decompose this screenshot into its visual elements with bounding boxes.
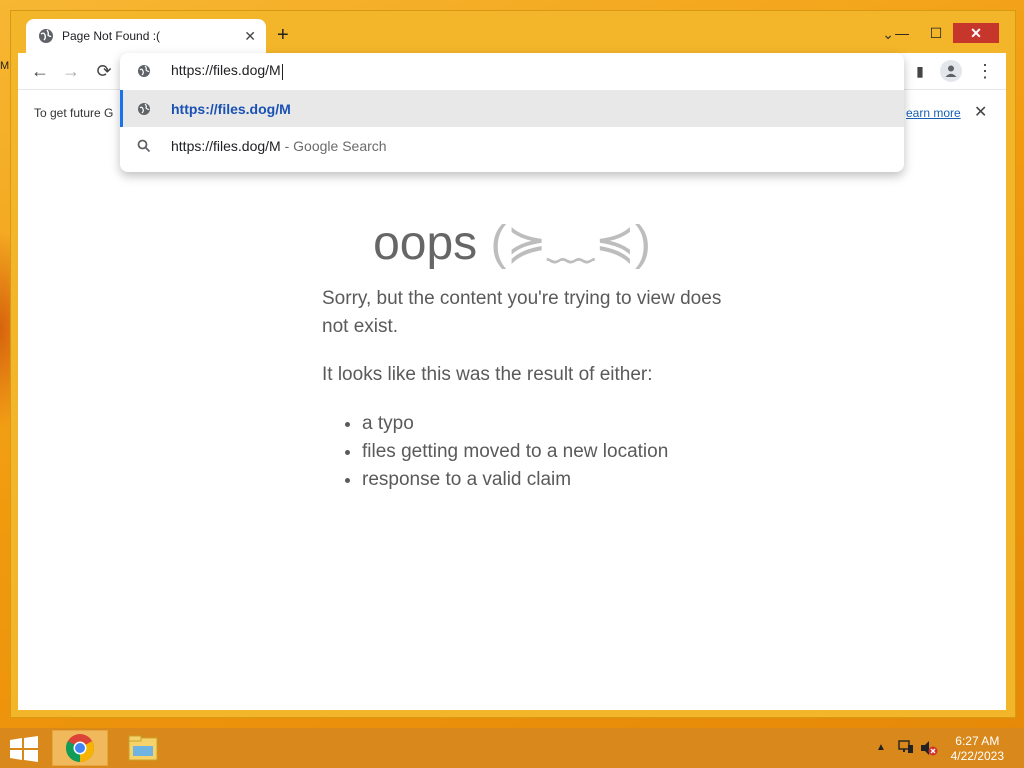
omnibox-dropdown: https://files.dog/M https://files.dog/M … [120, 53, 904, 172]
list-item: a typo [362, 410, 668, 438]
learn-more-link[interactable]: earn more [906, 106, 961, 120]
system-clock[interactable]: 6:27 AM 4/22/2023 [951, 734, 1004, 764]
list-item: files getting moved to a new location [362, 438, 668, 466]
tab-title: Page Not Found :( [62, 29, 161, 43]
reload-button[interactable]: ⟳ [92, 60, 116, 82]
browser-menu-icon[interactable]: ⋮ [973, 60, 997, 82]
search-icon [137, 139, 151, 152]
emoticon: (≽﹏≼) [490, 217, 651, 270]
file-explorer-taskbar-button[interactable] [115, 730, 171, 766]
volume-muted-icon[interactable] [920, 740, 938, 756]
suggestion-search[interactable]: https://files.dog/M - Google Search [120, 127, 904, 164]
close-window-button[interactable]: ✕ [953, 23, 999, 43]
reason-list: a typo files getting moved to a new loca… [322, 410, 668, 494]
person-icon [945, 65, 957, 77]
clock-time: 6:27 AM [955, 734, 1000, 748]
reason-intro: It looks like this was the result of eit… [322, 364, 653, 385]
globe-icon [39, 29, 53, 43]
windows-start-icon[interactable] [10, 736, 38, 762]
address-input[interactable]: https://files.dog/M [171, 62, 283, 80]
chrome-icon [66, 734, 94, 762]
suggestion-suffix: - Google Search [280, 137, 387, 154]
tray-expand-icon[interactable]: ▲ [876, 742, 886, 753]
tab-close-icon[interactable]: ✕ [244, 28, 256, 45]
suggestion-url-text: https://files.dog/M [171, 100, 291, 117]
forward-button[interactable]: → [59, 60, 83, 82]
tab-search-dropdown-icon[interactable]: ⌄ [882, 26, 894, 43]
suggestion-url[interactable]: https://files.dog/M [120, 90, 904, 127]
window-controls: — ☐ ✕ [885, 23, 999, 43]
suggestion-search-text: https://files.dog/M - Google Search [171, 138, 387, 154]
info-bar-text: To get future G [34, 106, 114, 120]
suggestion-query: https://files.dog/M [171, 137, 281, 154]
desktop-edge-text: M [0, 60, 10, 72]
profile-avatar-icon[interactable] [940, 60, 962, 82]
info-bar-close-icon[interactable]: ✕ [974, 102, 987, 122]
network-icon[interactable] [898, 740, 914, 754]
folder-icon [128, 735, 158, 761]
chrome-taskbar-button[interactable] [52, 730, 108, 766]
new-tab-button[interactable]: + [277, 24, 289, 47]
side-panel-icon[interactable]: ▮ [908, 60, 932, 82]
text-cursor [281, 63, 283, 80]
address-value: https://files.dog/M [171, 62, 281, 79]
error-message: Sorry, but the content you're trying to … [322, 288, 722, 337]
globe-icon [138, 65, 150, 77]
taskbar: ▲ 6:27 AM 4/22/2023 [0, 728, 1024, 768]
clock-date: 4/22/2023 [950, 749, 1004, 763]
browser-tab[interactable]: Page Not Found :( ✕ [26, 19, 266, 53]
list-item: response to a valid claim [362, 466, 668, 494]
page-heading: oops (≽﹏≼) [18, 203, 1006, 273]
oops-text: oops [373, 217, 478, 270]
globe-icon [138, 102, 150, 115]
page-content: oops (≽﹏≼) Sorry, but the content you're… [18, 135, 1006, 710]
back-button[interactable]: ← [28, 60, 52, 82]
maximize-button[interactable]: ☐ [919, 23, 953, 43]
address-bar[interactable]: https://files.dog/M [120, 53, 904, 89]
